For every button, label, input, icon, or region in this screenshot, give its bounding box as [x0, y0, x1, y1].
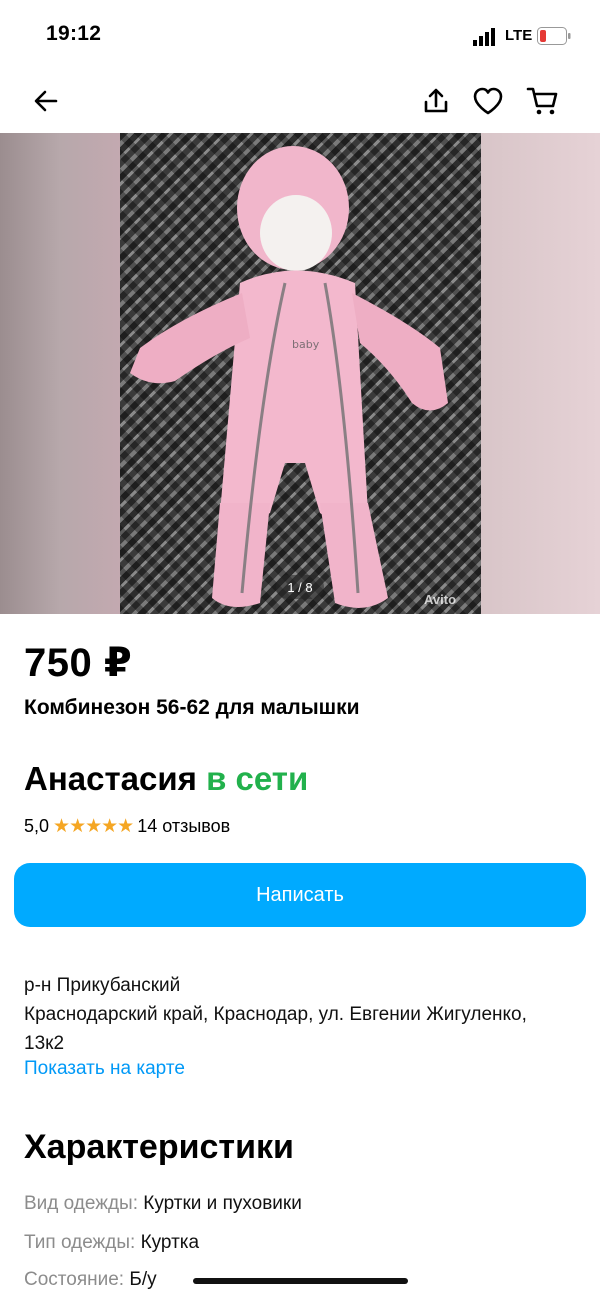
address-full: Краснодарский край, Краснодар, ул. Евген…: [24, 1004, 527, 1054]
battery-icon: [537, 27, 571, 45]
status-time: 19:12: [46, 22, 102, 45]
heart-icon[interactable]: [471, 84, 505, 118]
characteristic-key: Тип одежды:: [24, 1232, 136, 1253]
signal-icon: [473, 28, 495, 46]
top-nav: [0, 72, 600, 132]
network-type: LTE: [505, 27, 533, 44]
snowsuit-image: baby: [130, 146, 448, 608]
characteristic-row: Вид одежды: Куртки и пуховики: [24, 1193, 302, 1215]
show-on-map-link[interactable]: Показать на карте: [24, 1058, 185, 1080]
avito-watermark: Avito: [424, 592, 457, 607]
seller-block[interactable]: Анастасия в сети: [24, 760, 308, 798]
address-block: р-н Прикубанский Краснодарский край, Кра…: [24, 971, 554, 1058]
characteristic-value: Б/у: [129, 1269, 157, 1290]
characteristic-key: Состояние:: [24, 1269, 125, 1290]
write-message-button[interactable]: Написать: [14, 863, 586, 927]
characteristics-title: Характеристики: [24, 1128, 294, 1166]
characteristic-value: Куртка: [140, 1232, 200, 1253]
address-district: р-н Прикубанский: [24, 975, 181, 996]
reviews-count[interactable]: 14 отзывов: [137, 816, 230, 837]
photo-counter: 1 / 8: [276, 575, 324, 599]
characteristic-value: Куртки и пуховики: [143, 1193, 302, 1214]
product-photo[interactable]: baby 1 / 8 Avito: [0, 133, 600, 614]
characteristic-key: Вид одежды:: [24, 1193, 138, 1214]
price: 750 ₽: [24, 641, 133, 685]
home-indicator[interactable]: [193, 1278, 408, 1284]
listing-title: Комбинезон 56-62 для малышки: [24, 696, 360, 719]
arrow-left-icon[interactable]: [29, 84, 63, 118]
svg-text:baby: baby: [292, 338, 320, 351]
cart-icon[interactable]: [526, 84, 560, 118]
share-icon[interactable]: [419, 84, 453, 118]
status-bar: 19:12 LTE: [0, 0, 600, 72]
characteristic-row: Состояние: Б/у: [24, 1269, 157, 1291]
rating-stars: ★★★★★: [53, 816, 134, 837]
online-status: в сети: [206, 760, 309, 797]
seller-name[interactable]: Анастасия: [24, 760, 197, 797]
characteristic-row: Тип одежды: Куртка: [24, 1232, 199, 1254]
rating-value: 5,0: [24, 816, 50, 836]
seller-rating[interactable]: 5,0 ★★★★★ 14 отзывов: [24, 815, 230, 838]
